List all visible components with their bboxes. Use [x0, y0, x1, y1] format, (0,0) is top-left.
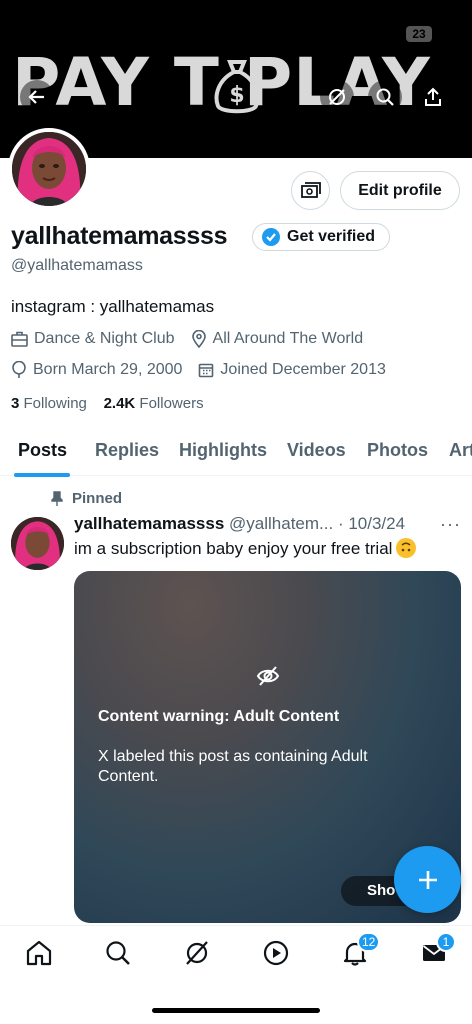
grok-icon	[186, 941, 208, 965]
content-warning-title: Content warning: Adult Content	[98, 708, 340, 725]
post-more-button[interactable]: ···	[440, 514, 461, 535]
calendar-icon	[199, 363, 214, 378]
profile-avatar[interactable]	[8, 128, 90, 210]
post-avatar-image	[11, 517, 64, 570]
tab-highlights[interactable]: Highlights	[179, 440, 267, 461]
tab-photos[interactable]: Photos	[367, 440, 428, 461]
following-link[interactable]: 3 Following	[11, 395, 87, 412]
home-indicator	[152, 1008, 320, 1013]
tab-videos[interactable]: Videos	[287, 440, 346, 461]
arrow-left-icon	[28, 90, 44, 104]
profile-category: Dance & Night Club	[34, 330, 175, 347]
post-header: yallhatemamassss @yallhatem... · 10/3/24	[74, 514, 405, 534]
avatar-image	[12, 132, 86, 206]
meta-row-2: Born March 29, 2000 Joined December 2013	[11, 361, 386, 379]
followers-label: Followers	[139, 395, 204, 412]
post-text: im a subscription baby enjoy your free t…	[74, 538, 417, 559]
plus-icon	[418, 870, 437, 889]
svg-text:$: $	[229, 83, 244, 108]
briefcase-icon	[11, 331, 28, 347]
balloon-icon	[12, 361, 26, 378]
grok-icon	[329, 89, 345, 105]
nav-messages[interactable]: 1	[419, 932, 456, 968]
share-button[interactable]	[416, 80, 450, 114]
profile-tabs: Posts Replies Highlights Videos Photos A…	[0, 430, 472, 477]
search-icon	[376, 88, 394, 106]
following-label: Following	[23, 395, 87, 412]
edit-profile-button[interactable]: Edit profile	[340, 171, 460, 210]
verified-badge-icon	[262, 228, 280, 246]
profile-birthday: Born March 29, 2000	[33, 361, 183, 378]
search-button[interactable]	[368, 80, 402, 114]
nav-explore[interactable]	[103, 938, 133, 968]
subscriptions-button[interactable]	[291, 171, 330, 210]
pinned-indicator: Pinned	[50, 490, 122, 507]
back-button[interactable]	[20, 80, 54, 114]
eye-slash-icon	[256, 666, 280, 686]
active-tab-indicator	[14, 473, 70, 477]
post-author-name[interactable]: yallhatemamassss	[74, 514, 224, 533]
notifications-badge: 12	[357, 932, 381, 952]
tab-articles[interactable]: Art	[449, 440, 472, 461]
nav-video[interactable]	[261, 938, 291, 968]
location-icon	[191, 330, 206, 348]
messages-badge: 1	[436, 932, 456, 952]
home-icon	[26, 940, 52, 966]
get-verified-label: Get verified	[287, 228, 376, 245]
display-name: yallhatemamassss	[11, 222, 228, 250]
search-icon	[106, 941, 130, 965]
pinned-label: Pinned	[72, 490, 123, 507]
play-circle-icon	[263, 940, 289, 966]
profile-bio: instagram : yallhatemamas	[11, 297, 215, 316]
profile-location: All Around The World	[212, 330, 364, 347]
money-bag-icon: $	[214, 60, 260, 114]
battery-indicator: 23	[406, 26, 432, 42]
nav-home[interactable]	[24, 938, 54, 968]
grok-button[interactable]	[320, 80, 354, 114]
share-icon	[425, 87, 441, 106]
content-warning-body: X labeled this post as containing Adult …	[98, 748, 368, 785]
get-verified-button[interactable]: Get verified	[252, 223, 391, 251]
post-text-content: im a subscription baby enjoy your free t…	[74, 539, 393, 558]
pin-icon	[51, 490, 63, 506]
nav-notifications[interactable]: 12	[340, 932, 381, 968]
compose-post-button[interactable]	[394, 846, 461, 913]
upside-down-face-icon	[396, 538, 417, 558]
followers-count: 2.4K	[103, 395, 136, 412]
post-author-avatar[interactable]	[11, 517, 64, 570]
post-date[interactable]: · 10/3/24	[338, 514, 405, 533]
profile-handle: @yallhatemamass	[11, 257, 143, 274]
nav-grok[interactable]	[182, 938, 212, 968]
following-count: 3	[11, 395, 20, 412]
tab-posts[interactable]: Posts	[18, 440, 67, 461]
post-author-handle[interactable]: @yallhatem...	[229, 514, 333, 533]
followers-link[interactable]: 2.4K Followers	[104, 395, 204, 412]
tab-replies[interactable]: Replies	[95, 440, 159, 461]
money-icon	[300, 181, 321, 198]
meta-row-1: Dance & Night Club All Around The World	[11, 330, 363, 348]
profile-joined: Joined December 2013	[220, 361, 386, 378]
follow-stats: 3 Following 2.4K Followers	[11, 395, 204, 412]
